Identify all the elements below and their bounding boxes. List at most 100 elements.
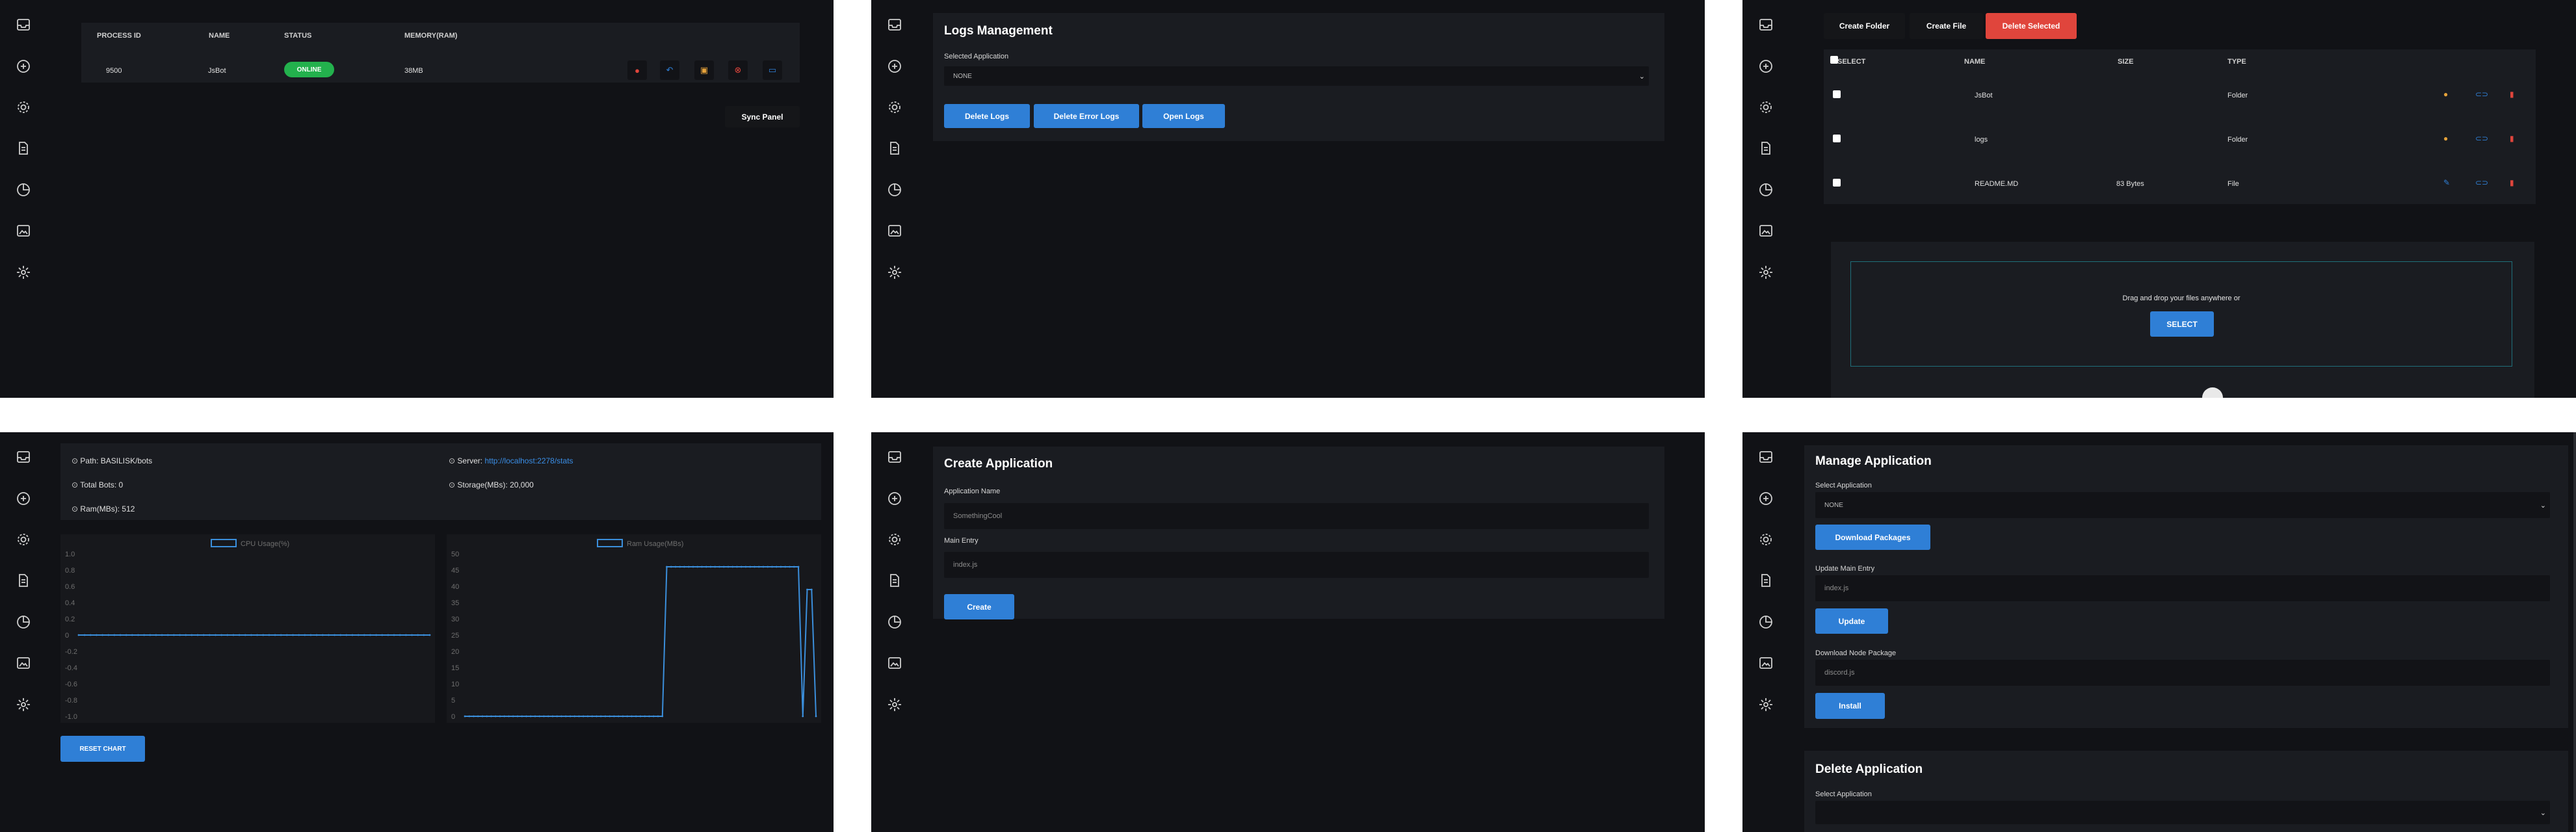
select-files-button[interactable]: SELECT — [2150, 311, 2214, 337]
create-folder-button[interactable]: Create Folder — [1824, 13, 1905, 39]
delete-error-logs-button[interactable]: Delete Error Logs — [1034, 104, 1139, 128]
row-checkbox[interactable] — [1833, 179, 1841, 187]
delete-selected-button[interactable]: Delete Selected — [1986, 13, 2077, 39]
file-type: Folder — [2228, 136, 2248, 144]
inbox-icon[interactable] — [14, 448, 33, 466]
link-icon[interactable]: ⊂⊃ — [2475, 178, 2488, 187]
main-entry-input[interactable]: index.js — [944, 552, 1649, 578]
image-icon[interactable] — [1757, 222, 1775, 240]
folder-button[interactable]: ▭ — [763, 60, 782, 80]
document-icon[interactable] — [14, 571, 33, 590]
image-icon[interactable] — [1757, 654, 1775, 672]
select-value: NONE — [953, 72, 972, 80]
trash-icon[interactable]: ▮ — [2510, 178, 2514, 187]
plus-circle-icon[interactable] — [14, 489, 33, 508]
sun-icon[interactable] — [886, 263, 904, 281]
server-link[interactable]: http://localhost:2278/stats — [484, 456, 573, 465]
gear-icon[interactable] — [14, 530, 33, 549]
document-icon[interactable] — [14, 139, 33, 157]
pencil-icon[interactable]: ✎ — [2443, 178, 2450, 187]
trash-icon[interactable]: ▮ — [2510, 134, 2514, 143]
legend-label: CPU Usage(%) — [241, 540, 289, 548]
data-point — [582, 715, 585, 718]
image-icon[interactable] — [14, 654, 33, 672]
sun-icon[interactable] — [14, 263, 33, 281]
delete-app-select[interactable]: ⌄ — [1815, 801, 2550, 824]
sun-icon[interactable] — [14, 696, 33, 714]
document-icon[interactable] — [1757, 139, 1775, 157]
restart-button[interactable]: ↶ — [660, 60, 679, 80]
sun-icon[interactable] — [886, 696, 904, 714]
circle-x-icon: ⊗ — [734, 65, 742, 75]
manage-app-select[interactable]: NONE ⌄ — [1815, 492, 2550, 518]
update-button[interactable]: Update — [1815, 608, 1888, 634]
data-point — [705, 566, 707, 568]
document-icon[interactable] — [886, 139, 904, 157]
data-point — [631, 715, 633, 718]
data-point — [357, 634, 360, 636]
stats-panel: ⊙ Path: BASILISK/bots ⊙ Server: http://l… — [0, 432, 834, 832]
clock-chart-icon[interactable] — [14, 613, 33, 631]
eye-icon[interactable]: ● — [2443, 90, 2448, 99]
app-name-input[interactable]: SomethingCool — [944, 503, 1649, 529]
plus-circle-icon[interactable] — [1757, 57, 1775, 75]
download-packages-button[interactable]: Download Packages — [1815, 525, 1930, 550]
plus-circle-icon[interactable] — [1757, 489, 1775, 508]
document-icon[interactable] — [1757, 571, 1775, 590]
data-point — [635, 715, 637, 718]
gear-icon[interactable] — [1757, 530, 1775, 549]
update-entry-input[interactable]: index.js — [1815, 575, 2550, 601]
scrollbar[interactable] — [2573, 432, 2576, 832]
data-point — [569, 715, 572, 718]
inbox-icon[interactable] — [1757, 448, 1775, 466]
clock-chart-icon[interactable] — [1757, 181, 1775, 199]
clock-chart-icon[interactable] — [886, 181, 904, 199]
gear-icon[interactable] — [14, 98, 33, 116]
plus-circle-icon[interactable] — [14, 57, 33, 75]
image-icon[interactable] — [886, 222, 904, 240]
data-point — [754, 566, 756, 568]
gear-icon[interactable] — [1757, 98, 1775, 116]
image-icon[interactable] — [14, 222, 33, 240]
data-point — [473, 715, 475, 718]
clock-chart-icon[interactable] — [886, 613, 904, 631]
eye-icon[interactable]: ● — [2443, 134, 2448, 143]
open-logs-button[interactable]: Open Logs — [1142, 104, 1225, 128]
drop-zone[interactable]: Drag and drop your files anywhere or SEL… — [1850, 261, 2512, 367]
gear-icon[interactable] — [886, 98, 904, 116]
sync-panel-button[interactable]: Sync Panel — [725, 106, 800, 127]
data-point — [369, 634, 371, 636]
node-package-input[interactable]: discord.js — [1815, 660, 2550, 686]
reset-chart-button[interactable]: RESET CHART — [60, 736, 145, 762]
link-icon[interactable]: ⊂⊃ — [2475, 134, 2488, 143]
plus-circle-icon[interactable] — [886, 57, 904, 75]
document-icon[interactable] — [886, 571, 904, 590]
kill-button[interactable]: ⊗ — [728, 60, 748, 80]
stop-button[interactable]: ● — [627, 60, 647, 80]
plus-circle-icon[interactable] — [886, 489, 904, 508]
legend-label: Ram Usage(MBs) — [627, 540, 683, 548]
data-point — [202, 634, 205, 636]
inbox-icon[interactable] — [886, 16, 904, 34]
data-point — [477, 715, 479, 718]
image-icon[interactable] — [886, 654, 904, 672]
install-button[interactable]: Install — [1815, 693, 1885, 719]
clock-chart-icon[interactable] — [1757, 613, 1775, 631]
row-checkbox[interactable] — [1833, 135, 1841, 142]
create-file-button[interactable]: Create File — [1910, 13, 1983, 39]
application-select[interactable]: NONE ⌄ — [944, 66, 1649, 86]
sun-icon[interactable] — [1757, 696, 1775, 714]
files-panel: Create Folder Create File Delete Selecte… — [1742, 0, 2576, 398]
inbox-icon[interactable] — [1757, 16, 1775, 34]
gear-icon[interactable] — [886, 530, 904, 549]
start-button[interactable]: ▣ — [694, 60, 714, 80]
trash-icon[interactable]: ▮ — [2510, 90, 2514, 99]
inbox-icon[interactable] — [886, 448, 904, 466]
inbox-icon[interactable] — [14, 16, 33, 34]
create-button[interactable]: Create — [944, 594, 1014, 619]
clock-chart-icon[interactable] — [14, 181, 33, 199]
sun-icon[interactable] — [1757, 263, 1775, 281]
row-checkbox[interactable] — [1833, 90, 1841, 98]
delete-logs-button[interactable]: Delete Logs — [944, 104, 1030, 128]
link-icon[interactable]: ⊂⊃ — [2475, 90, 2488, 99]
